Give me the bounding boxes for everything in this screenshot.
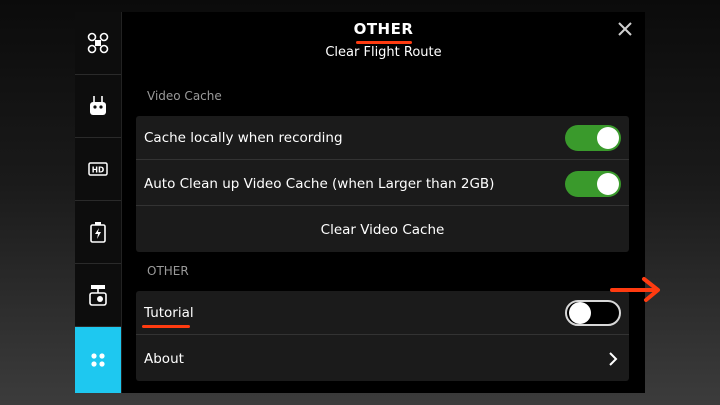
page-title: OTHER [353, 20, 414, 38]
tutorial-row: Tutorial [136, 291, 629, 335]
settings-content: OTHER Clear Flight Route Video Cache Cac… [122, 12, 660, 393]
annotation-arrow-icon [610, 277, 660, 302]
section-label-video-cache: Video Cache [147, 89, 222, 103]
clear-flight-route-link[interactable]: Clear Flight Route [122, 45, 645, 60]
close-icon[interactable] [615, 19, 635, 39]
video-cache-group: Cache locally when recording Auto Clean … [136, 116, 629, 252]
aircraft-icon [87, 32, 109, 54]
tutorial-annotation-underline [142, 325, 190, 328]
svg-text:HD: HD [92, 166, 105, 175]
about-label: About [144, 351, 184, 367]
remote-controller-icon [90, 96, 106, 115]
settings-panel: HD OTHER Clear Flight Route Video Cache … [75, 12, 660, 393]
clear-video-cache-label: Clear Video Cache [320, 222, 445, 238]
cache-locally-row: Cache locally when recording [136, 116, 629, 160]
cache-locally-toggle[interactable] [565, 125, 621, 151]
general-settings-icon [91, 353, 105, 367]
sidebar-item-hd-transmission[interactable]: HD [75, 138, 121, 201]
about-row[interactable]: About [136, 337, 629, 381]
other-group: Tutorial About [136, 291, 629, 381]
sidebar: HD [75, 12, 122, 393]
auto-clean-row: Auto Clean up Video Cache (when Larger t… [136, 162, 629, 206]
auto-clean-toggle[interactable] [565, 171, 621, 197]
auto-clean-label: Auto Clean up Video Cache (when Larger t… [144, 175, 495, 192]
sidebar-item-general[interactable] [75, 327, 121, 393]
toggle-knob [597, 127, 619, 149]
clear-video-cache-button[interactable]: Clear Video Cache [136, 208, 629, 252]
battery-icon [90, 222, 106, 243]
tutorial-toggle[interactable] [565, 300, 621, 326]
toggle-knob [597, 173, 619, 195]
tutorial-label: Tutorial [144, 304, 194, 321]
sidebar-item-gimbal-camera[interactable] [75, 264, 121, 327]
cache-locally-label: Cache locally when recording [144, 129, 343, 146]
sidebar-item-battery[interactable] [75, 201, 121, 264]
chevron-right-icon [609, 352, 618, 366]
sidebar-item-aircraft[interactable] [75, 12, 121, 75]
title-annotation-underline [356, 41, 412, 44]
gimbal-camera-icon [89, 285, 107, 306]
toggle-knob [569, 302, 591, 324]
section-label-other: OTHER [147, 264, 189, 278]
hd-transmission-icon: HD [88, 162, 108, 176]
sidebar-item-remote-controller[interactable] [75, 75, 121, 138]
